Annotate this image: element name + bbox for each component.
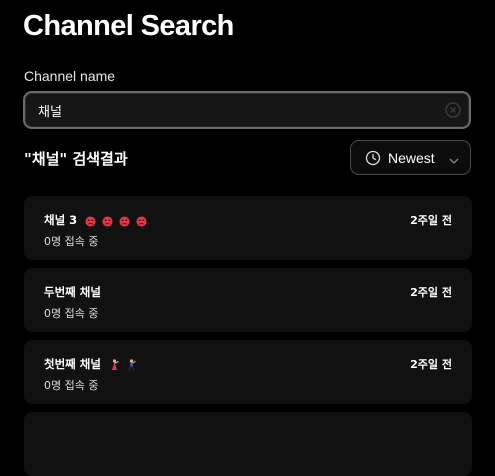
channel-name: 두번째 채널 bbox=[44, 285, 101, 299]
angry-face-icon bbox=[102, 215, 113, 227]
channel-card[interactable]: 두번째 채널 0명 접속 중 2주일 전 bbox=[24, 268, 472, 332]
channel-name: 채널 3 bbox=[44, 212, 149, 228]
channel-time: 2주일 전 bbox=[410, 286, 452, 299]
dancer-icon bbox=[111, 359, 119, 370]
channel-user-count: 0명 접속 중 bbox=[44, 379, 99, 392]
channel-emoji-row bbox=[109, 358, 139, 372]
channel-emoji-row bbox=[85, 214, 149, 228]
sort-dropdown[interactable]: Newest bbox=[350, 140, 471, 175]
results-heading: "채널" 검색결과 bbox=[24, 150, 128, 168]
channel-card[interactable]: 첫번째 채널 0명 접속 중 2주일 전 bbox=[24, 340, 472, 404]
channel-time: 2주일 전 bbox=[410, 214, 452, 227]
page-title: Channel Search bbox=[23, 10, 234, 42]
channel-search-box[interactable] bbox=[23, 91, 471, 129]
angry-face-icon bbox=[136, 215, 147, 227]
channel-name-label: Channel name bbox=[24, 68, 116, 84]
channel-user-count: 0명 접속 중 bbox=[44, 235, 99, 248]
sort-label: Newest bbox=[388, 150, 435, 166]
angry-face-icon bbox=[119, 215, 130, 227]
angry-face-icon bbox=[85, 215, 96, 227]
channel-search-input[interactable] bbox=[25, 93, 425, 127]
man-dancing-icon bbox=[128, 359, 136, 371]
channel-user-count: 0명 접속 중 bbox=[44, 307, 99, 320]
channel-time: 2주일 전 bbox=[410, 358, 452, 371]
channel-card[interactable]: 채널 3 0명 접속 중 2주일 전 bbox=[24, 196, 472, 260]
channel-card[interactable] bbox=[24, 412, 472, 476]
chevron-down-icon bbox=[448, 152, 460, 164]
clock-icon bbox=[365, 150, 381, 166]
clear-circle-icon[interactable] bbox=[445, 102, 461, 118]
channel-name: 첫번째 채널 bbox=[44, 356, 139, 372]
